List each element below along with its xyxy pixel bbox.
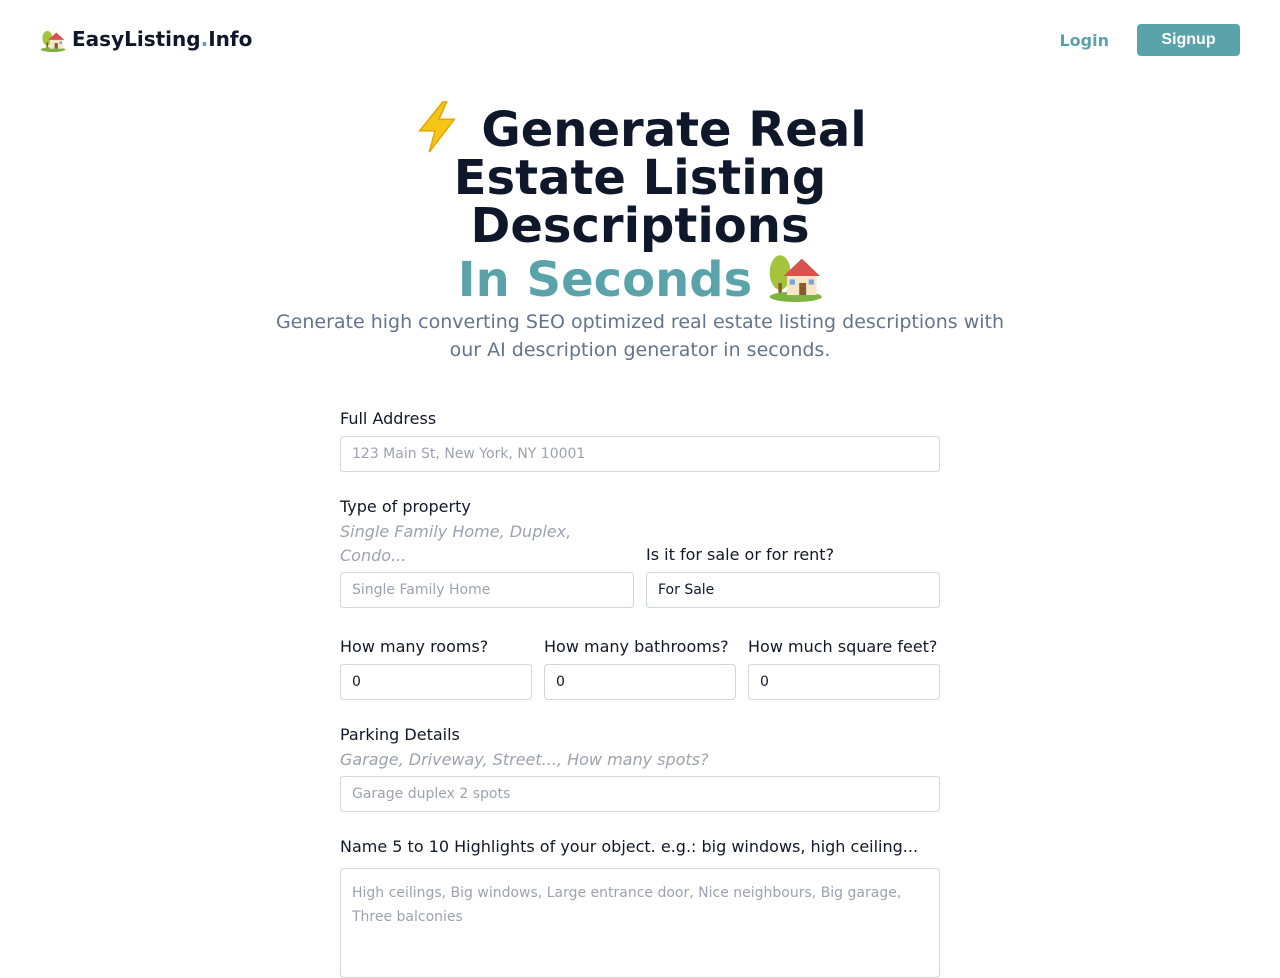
parking-input[interactable]: Garage duplex 2 spots <box>340 776 940 812</box>
parking-label: Parking Details <box>340 725 460 744</box>
subtitle-line-2: our AI description generator in seconds. <box>449 339 831 361</box>
page-title: Generate Real Estate Listing Description… <box>0 100 1280 304</box>
rooms-group: How many rooms? 0 <box>340 636 532 700</box>
title-line-accent: In Seconds <box>0 250 1280 304</box>
bathrooms-label: How many bathrooms? <box>544 637 729 656</box>
logo-text-dot: . <box>200 27 209 51</box>
house-with-garden-icon <box>40 30 66 52</box>
page-subtitle: Generate high converting SEO optimized r… <box>240 308 1040 364</box>
property-row: Type of property Single Family Home, Dup… <box>340 496 940 608</box>
site-header: EasyListing. Info Login Signup <box>0 0 1280 80</box>
sqft-input[interactable]: 0 <box>748 664 940 700</box>
highlights-placeholder-1: High ceilings, Big windows, Large entran… <box>352 885 902 901</box>
property-type-label: Type of property <box>340 497 471 516</box>
address-label: Full Address <box>340 409 437 428</box>
numbers-row: How many rooms? 0 How many bathrooms? 0 … <box>340 636 940 700</box>
sale-rent-group: Is it for sale or for rent? For Sale <box>646 496 940 608</box>
subtitle-line-1: Generate high converting SEO optimized r… <box>275 311 1005 333</box>
login-link[interactable]: Login <box>1059 31 1109 50</box>
bathrooms-group: How many bathrooms? 0 <box>544 636 736 700</box>
lightning-bolt-icon <box>418 101 457 153</box>
property-type-hint-1: Single Family Home, Duplex, <box>340 522 572 541</box>
title-accent-text: In Seconds <box>457 252 753 308</box>
address-group: Full Address 123 Main St, New York, NY 1… <box>340 408 940 472</box>
address-input[interactable]: 123 Main St, New York, NY 10001 <box>340 436 940 472</box>
highlights-textarea[interactable]: High ceilings, Big windows, Large entran… <box>340 868 940 978</box>
highlights-group: Name 5 to 10 Highlights of your object. … <box>340 836 940 978</box>
title-line-3: Descriptions <box>470 198 810 254</box>
parking-group: Parking Details Garage, Driveway, Street… <box>340 724 940 812</box>
header-nav: Login Signup <box>1059 24 1240 56</box>
title-line-2: Estate Listing <box>453 150 827 206</box>
rooms-input[interactable]: 0 <box>340 664 532 700</box>
listing-form: Full Address 123 Main St, New York, NY 1… <box>340 408 940 978</box>
logo-text-end: Info <box>208 27 253 51</box>
house-with-garden-icon <box>769 255 822 302</box>
signup-button[interactable]: Signup <box>1137 24 1240 56</box>
highlights-label: Name 5 to 10 Highlights of your object. … <box>340 837 919 856</box>
logo-text-main: EasyListing <box>72 27 201 51</box>
bathrooms-input[interactable]: 0 <box>544 664 736 700</box>
parking-hint: Garage, Driveway, Street..., How many sp… <box>340 750 709 769</box>
property-type-input[interactable]: Single Family Home <box>340 572 634 608</box>
site-logo[interactable]: EasyListing. Info <box>40 26 252 52</box>
property-type-group: Type of property Single Family Home, Dup… <box>340 496 634 608</box>
property-type-hint-2: Condo... <box>340 546 407 565</box>
title-line-1: Generate Real <box>0 100 1280 154</box>
sale-rent-input[interactable]: For Sale <box>646 572 940 608</box>
rooms-label: How many rooms? <box>340 637 489 656</box>
highlights-placeholder-2: Three balconies <box>352 909 463 925</box>
hero: Generate Real Estate Listing Description… <box>0 100 1280 304</box>
sqft-label: How much square feet? <box>748 637 938 656</box>
sqft-group: How much square feet? 0 <box>748 636 940 700</box>
sale-rent-label: Is it for sale or for rent? <box>646 545 835 564</box>
